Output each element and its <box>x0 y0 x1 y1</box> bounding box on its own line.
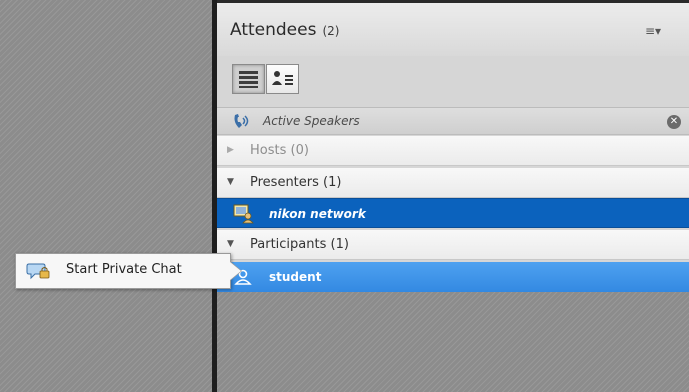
attendee-row-presenter[interactable]: nikon network <box>217 198 689 228</box>
active-speakers-bar: Active Speakers ✕ <box>217 107 689 135</box>
start-private-chat-menu-item[interactable]: Start Private Chat <box>66 262 182 277</box>
list-view-button[interactable] <box>232 64 265 94</box>
attendees-pod-header: Attendees (2) ≡▾ <box>217 0 689 56</box>
attendees-pod: Attendees (2) ≡▾ Active Speakers ✕ ▶ Hos… <box>217 0 689 392</box>
group-label: Hosts (0) <box>250 143 309 158</box>
group-participants[interactable]: ▼ Participants (1) <box>217 230 689 260</box>
pod-title: Attendees (2) <box>230 20 339 40</box>
context-menu: Start Private Chat <box>15 253 242 289</box>
pod-options-menu-icon[interactable]: ≡▾ <box>645 24 667 38</box>
list-view-icon <box>239 71 258 88</box>
group-presenters[interactable]: ▼ Presenters (1) <box>217 168 689 198</box>
chevron-right-icon: ▶ <box>227 145 234 155</box>
presenter-icon <box>233 204 254 224</box>
left-pod-area <box>0 0 212 392</box>
attendee-grid-icon <box>272 71 293 85</box>
phone-speaker-icon <box>234 114 249 128</box>
context-menu-pointer-fill <box>230 262 241 280</box>
chevron-down-icon: ▼ <box>227 177 234 187</box>
attendee-row-participant[interactable]: student <box>217 262 689 292</box>
group-label: Participants (1) <box>250 237 349 252</box>
chevron-down-icon: ▼ <box>227 239 234 249</box>
group-label: Presenters (1) <box>250 175 342 190</box>
group-hosts[interactable]: ▶ Hosts (0) <box>217 136 689 166</box>
pod-title-text: Attendees <box>230 20 317 40</box>
attendee-name: nikon network <box>269 207 366 221</box>
attendee-name: student <box>269 270 322 284</box>
attendee-count: (2) <box>322 24 340 38</box>
view-toggle <box>232 64 302 96</box>
attendee-list-empty-area <box>217 292 689 392</box>
attendee-detail-view-button[interactable] <box>266 64 299 94</box>
close-icon[interactable]: ✕ <box>667 115 681 129</box>
private-chat-icon <box>26 263 50 280</box>
active-speakers-label: Active Speakers <box>263 114 360 128</box>
